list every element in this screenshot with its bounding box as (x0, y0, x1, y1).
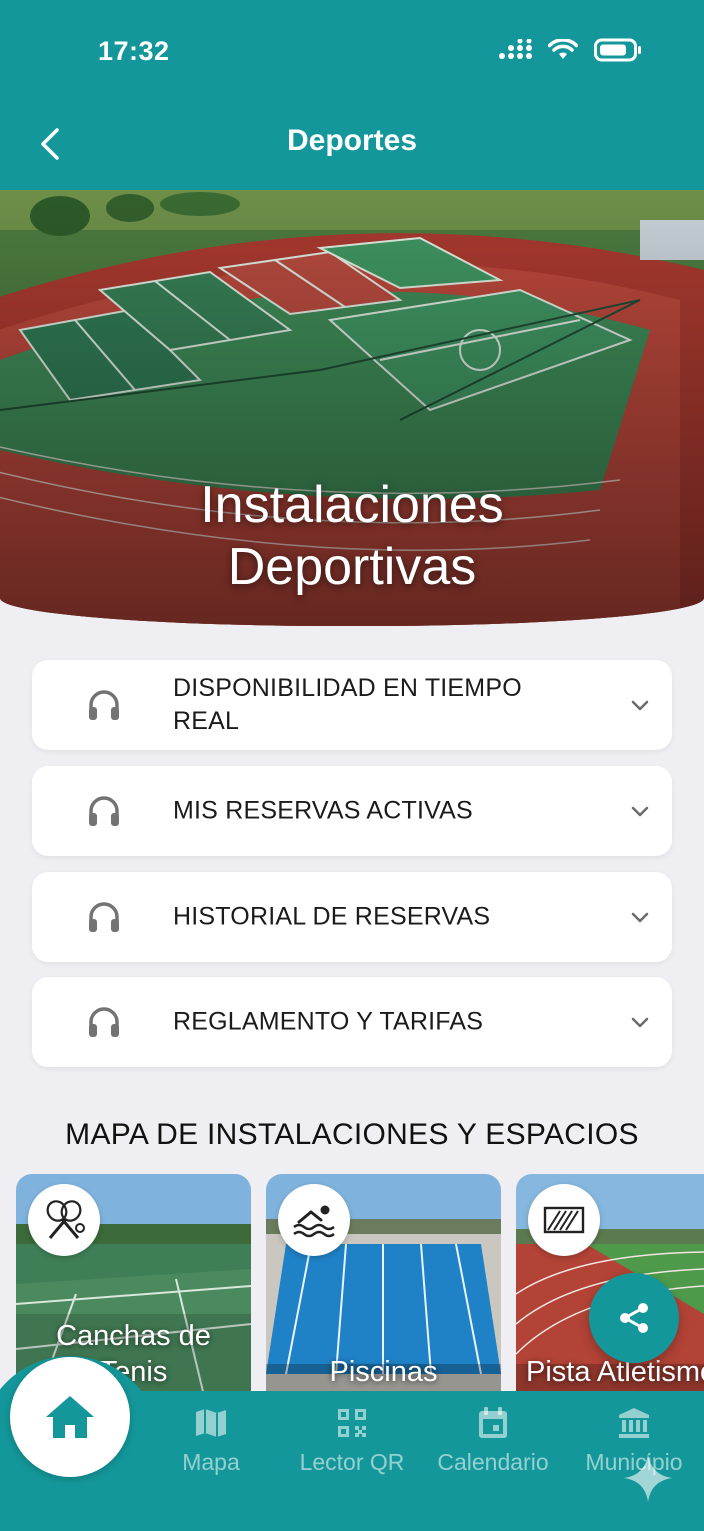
card-label: Piscinas (266, 1354, 501, 1390)
home-icon (46, 1396, 94, 1438)
share-button[interactable] (589, 1273, 679, 1363)
accordion-label: HISTORIAL DE RESERVAS (173, 902, 491, 931)
status-icons (498, 38, 642, 62)
accordion-disponibilidad[interactable]: DISPONIBILIDAD EN TIEMPO REAL (32, 660, 672, 750)
share-icon (620, 1303, 648, 1333)
accordion-label: REGLAMENTO Y TARIFAS (173, 1007, 484, 1036)
nav-lector-qr[interactable]: Lector QR (282, 1405, 422, 1476)
cellular-signal-icon (499, 39, 532, 59)
card-label: Pista Atletismo (526, 1354, 704, 1390)
home-button[interactable] (10, 1357, 130, 1477)
card-label-line1: Pista Atletismo (526, 1356, 704, 1388)
nav-label: Mapa (182, 1449, 240, 1475)
tennis-rackets-icon (46, 1200, 85, 1239)
pool-badge (278, 1184, 350, 1256)
qr-code-icon (338, 1409, 366, 1437)
card-piscinas[interactable]: Piscinas (266, 1174, 501, 1404)
chevron-down-icon (631, 1017, 649, 1028)
headphones-icon (89, 796, 119, 826)
sparkle-icon (624, 1454, 672, 1502)
accordion-label: MIS RESERVAS ACTIVAS (173, 796, 473, 825)
page-title: Deportes (286, 124, 418, 157)
track-badge (528, 1184, 600, 1256)
hero-title-line1: Instalaciones (200, 476, 504, 534)
chevron-down-icon (631, 700, 649, 711)
swimmer-icon (293, 1205, 335, 1238)
nav-calendario[interactable]: Calendario (423, 1405, 563, 1476)
nav-label: Calendario (437, 1449, 549, 1475)
headphones-icon (89, 902, 119, 932)
hero-title-line2: Deportivas (227, 538, 477, 596)
battery-icon (594, 38, 641, 62)
calendar-icon (479, 1407, 507, 1438)
accordion-label: DISPONIBILIDAD EN TIEMPO REAL (173, 674, 522, 735)
chevron-down-icon (631, 912, 649, 923)
bank-icon (619, 1408, 649, 1438)
app-header: 17:32 Deportes (0, 0, 704, 190)
nav-label: Lector QR (299, 1449, 405, 1475)
nav-mapa[interactable]: Mapa (141, 1405, 281, 1476)
accordion-historial[interactable]: HISTORIAL DE RESERVAS (32, 872, 672, 962)
card-label-line1: Piscinas (329, 1356, 438, 1388)
running-track-icon (543, 1206, 585, 1234)
chevron-down-icon (631, 806, 649, 817)
headphones-icon (89, 1007, 119, 1037)
accordion-reglamento[interactable]: REGLAMENTO Y TARIFAS (32, 977, 672, 1067)
accordion-mis-reservas[interactable]: MIS RESERVAS ACTIVAS (32, 766, 672, 856)
section-title: MAPA DE INSTALACIONES Y ESPACIOS (65, 1118, 639, 1151)
hero-title: Instalaciones Deportivas (0, 474, 704, 598)
wifi-icon (548, 39, 578, 59)
tennis-badge (28, 1184, 100, 1256)
status-time: 17:32 (98, 36, 170, 66)
card-label-line1: Canchas de (56, 1320, 211, 1352)
headphones-icon (89, 690, 119, 720)
map-icon (196, 1409, 226, 1437)
